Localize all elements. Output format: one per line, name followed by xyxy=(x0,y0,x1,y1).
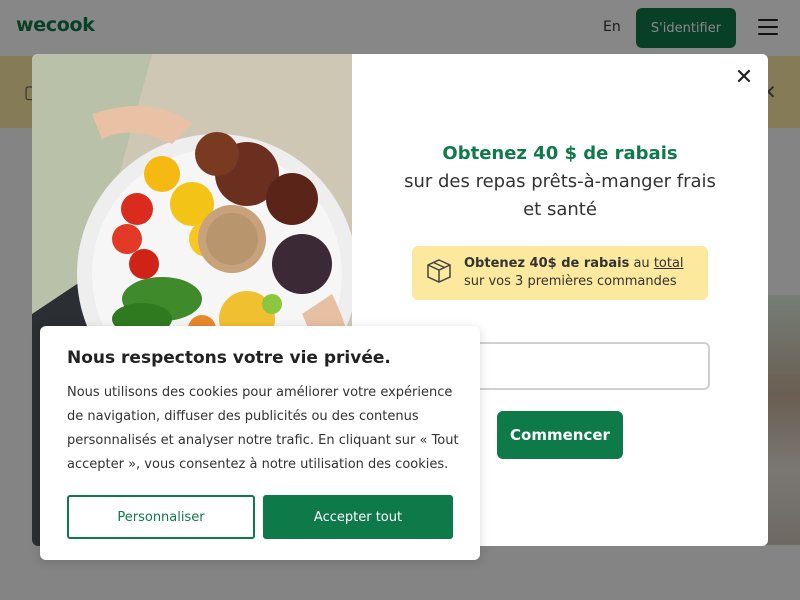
promo-text: Obtenez 40$ de rabais au total sur vos 3… xyxy=(464,255,684,291)
headline-subtitle: sur des repas prêts-à-manger frais et sa… xyxy=(404,171,716,220)
start-button[interactable]: Commencer xyxy=(497,411,623,459)
promo-total: total xyxy=(653,256,684,271)
headline-discount: Obtenez 40 $ de rabais xyxy=(442,143,678,164)
cookie-title: Nous respectons votre vie privée. xyxy=(67,348,391,368)
cookie-consent-dialog: Nous respectons votre vie privée. Nous u… xyxy=(40,326,480,560)
accept-all-button[interactable]: Accepter tout xyxy=(263,495,453,539)
close-icon[interactable]: ✕ xyxy=(732,66,756,90)
cookie-body: Nous utilisons des cookies pour améliore… xyxy=(67,385,459,472)
promo-callout: Obtenez 40$ de rabais au total sur vos 3… xyxy=(412,246,708,300)
promo-bold: Obtenez 40$ de rabais xyxy=(464,256,630,271)
modal-headline: Obtenez 40 $ de rabais sur des repas prê… xyxy=(404,140,716,224)
box-icon xyxy=(427,259,451,283)
promo-au: au xyxy=(629,256,654,271)
promo-line2: sur vos 3 premières commandes xyxy=(464,274,677,289)
customize-button[interactable]: Personnaliser xyxy=(67,495,255,539)
